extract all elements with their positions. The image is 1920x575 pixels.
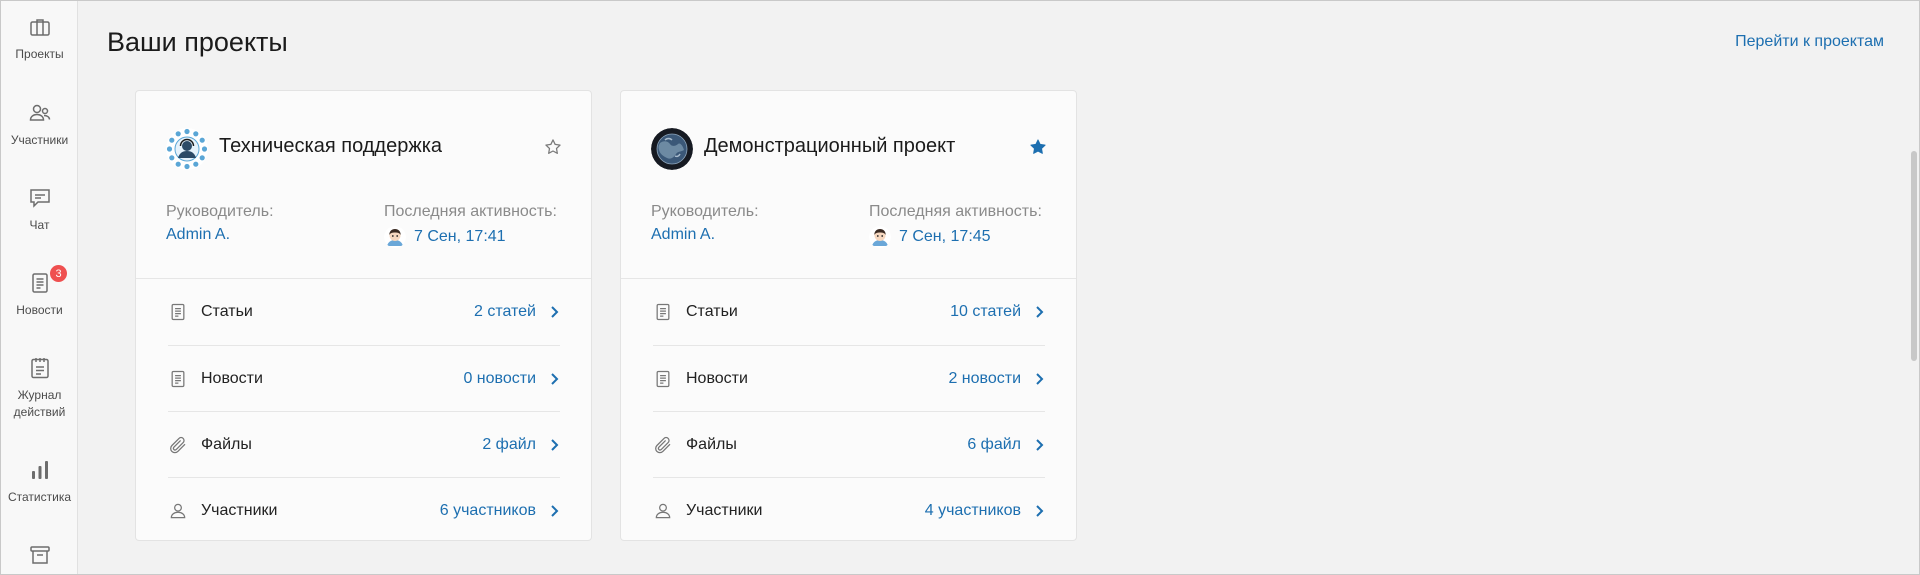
last-activity-time: 7 Сен, 17:41	[414, 228, 506, 245]
chevron-right-icon	[551, 372, 559, 385]
app-window: Проекты Участники Чат 3 Новости Журнал д…	[0, 0, 1920, 575]
row-members[interactable]: Участники 4 участников	[653, 477, 1045, 543]
row-articles[interactable]: Статьи 2 статей	[168, 279, 560, 345]
sidebar-item-members[interactable]: Участники	[1, 101, 78, 149]
sidebar-item-label: Журнал действий	[13, 388, 66, 419]
sidebar-item-label: Чат	[29, 218, 50, 232]
user-icon	[655, 503, 671, 518]
project-avatar	[166, 128, 208, 170]
row-label: Участники	[686, 501, 763, 519]
paperclip-icon	[655, 436, 671, 453]
row-label: Новости	[201, 369, 263, 387]
project-card-header: Демонстрационный проект Руководитель: Ad…	[621, 91, 1076, 278]
document-icon	[656, 370, 670, 387]
scrollbar[interactable]	[1911, 151, 1917, 361]
sidebar-item-label: Проекты	[15, 47, 64, 61]
briefcase-icon	[29, 19, 50, 36]
row-files[interactable]: Файлы 6 файл	[653, 411, 1045, 477]
row-news[interactable]: Новости 2 новости	[653, 345, 1045, 411]
sidebar-item-statistics[interactable]: Статистика	[1, 458, 78, 506]
users-icon	[29, 104, 50, 121]
chevron-right-icon	[1036, 372, 1044, 385]
last-activity[interactable]: 7 Сен, 17:45	[869, 226, 991, 248]
row-label: Участники	[201, 501, 278, 519]
row-label: Статьи	[686, 303, 738, 320]
last-activity-label: Последняя активность:	[869, 203, 1042, 220]
news-count-badge: 3	[50, 265, 67, 282]
sidebar-item-chat[interactable]: Чат	[1, 186, 78, 234]
last-activity[interactable]: 7 Сен, 17:41	[384, 226, 506, 248]
project-avatar	[651, 128, 693, 170]
sidebar-item-journal[interactable]: Журнал действий	[1, 356, 78, 421]
page-title: Ваши проекты	[107, 27, 288, 57]
project-card-tech-support[interactable]: Техническая поддержка Руководитель: Admi…	[135, 90, 592, 541]
project-card-header: Техническая поддержка Руководитель: Admi…	[136, 91, 591, 278]
row-count: 2 новости	[948, 369, 1021, 387]
document-icon	[171, 303, 185, 321]
chevron-right-icon	[551, 438, 559, 451]
sidebar: Проекты Участники Чат 3 Новости Журнал д…	[1, 1, 78, 574]
row-count: 0 новости	[463, 369, 536, 387]
user-icon	[170, 503, 186, 518]
row-files[interactable]: Файлы 2 файл	[168, 411, 560, 477]
row-count: 6 участников	[439, 501, 536, 519]
row-count: 10 статей	[950, 303, 1021, 320]
star-outline-icon[interactable]	[543, 137, 563, 157]
paperclip-icon	[170, 436, 186, 453]
manager-name: Admin A.	[651, 226, 716, 243]
document-icon	[656, 303, 670, 321]
project-card-demo[interactable]: Демонстрационный проект Руководитель: Ad…	[620, 90, 1077, 541]
row-count: 2 статей	[473, 303, 536, 320]
chat-icon	[29, 189, 50, 208]
user-avatar	[869, 226, 891, 248]
sidebar-item-label: Статистика	[7, 490, 72, 504]
row-news[interactable]: Новости 0 новости	[168, 345, 560, 411]
chevron-right-icon	[1036, 306, 1044, 318]
user-avatar	[384, 226, 406, 248]
star-filled-icon[interactable]	[1028, 137, 1048, 157]
row-articles[interactable]: Статьи 10 статей	[653, 279, 1045, 345]
manager-name: Admin A.	[166, 226, 231, 243]
row-count: 4 участников	[924, 501, 1021, 519]
row-count: 6 файл	[967, 435, 1021, 453]
manager-link[interactable]: Admin A.	[651, 226, 715, 244]
manager-label: Руководитель:	[651, 203, 759, 220]
sidebar-item-label: Участники	[10, 133, 69, 147]
row-label: Файлы	[201, 435, 252, 453]
chevron-right-icon	[1036, 438, 1044, 451]
project-title: Демонстрационный проект	[704, 135, 956, 157]
row-count: 2 файл	[482, 435, 536, 453]
archive-icon	[29, 546, 50, 564]
row-label: Новости	[686, 369, 748, 387]
sidebar-item-archive[interactable]	[1, 543, 78, 567]
row-label: Файлы	[686, 435, 737, 453]
go-to-projects-link[interactable]: Перейти к проектам	[1735, 33, 1884, 51]
sidebar-item-news[interactable]: 3 Новости	[1, 265, 78, 319]
chevron-right-icon	[551, 306, 559, 318]
chevron-right-icon	[551, 504, 559, 517]
document-icon	[171, 370, 185, 387]
project-title: Техническая поддержка	[219, 135, 443, 157]
row-label: Статьи	[201, 303, 253, 320]
news-icon	[31, 273, 48, 293]
row-members[interactable]: Участники 6 участников	[168, 477, 560, 543]
stats-icon	[31, 461, 48, 479]
sidebar-item-label: Новости	[16, 303, 63, 317]
sidebar-item-projects[interactable]: Проекты	[1, 15, 78, 63]
manager-link[interactable]: Admin A.	[166, 226, 230, 244]
last-activity-label: Последняя активность:	[384, 203, 557, 220]
last-activity-time: 7 Сен, 17:45	[899, 228, 991, 245]
manager-label: Руководитель:	[166, 203, 274, 220]
chevron-right-icon	[1036, 504, 1044, 517]
journal-icon	[30, 358, 49, 379]
